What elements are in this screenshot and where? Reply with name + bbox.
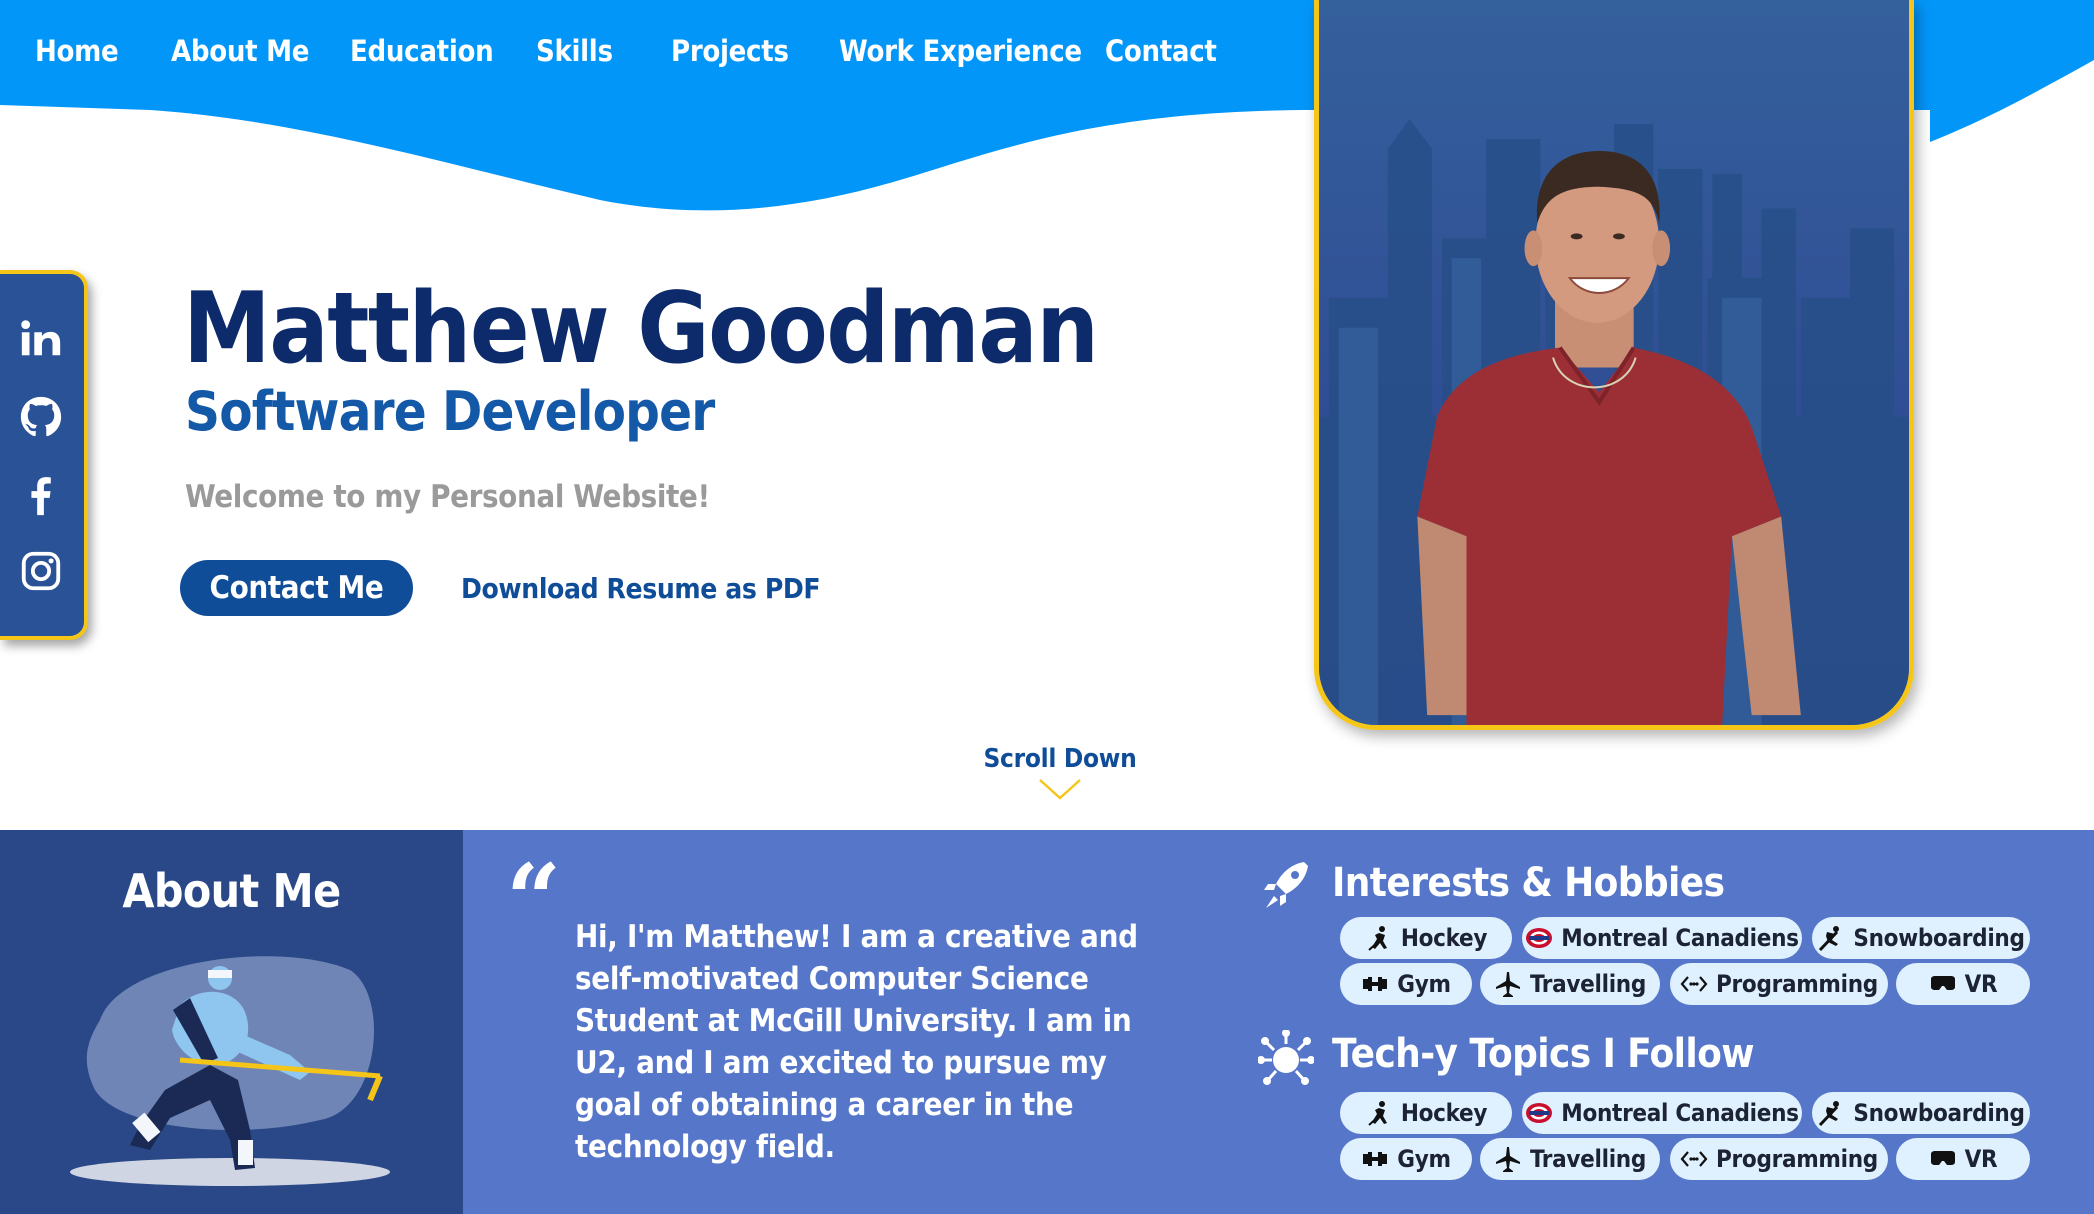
canadiens-logo-icon [1526, 928, 1553, 948]
instagram-icon [21, 551, 61, 591]
interests-chip-hockey: Hockey [1340, 917, 1512, 959]
dumbbell-icon [1363, 977, 1388, 991]
github-icon [20, 396, 62, 437]
dumbbell-icon [1363, 1152, 1388, 1166]
tech-chip-travelling: Travelling [1480, 1138, 1660, 1180]
profile-photo [1314, 0, 1914, 730]
chip-label: Travelling [1529, 1145, 1647, 1173]
chip-label: Gym [1397, 970, 1451, 998]
chip-label: Montreal Canadiens [1561, 1099, 1799, 1127]
nav-projects[interactable]: Projects [671, 34, 789, 68]
interests-chip-snowboarding: Snowboarding [1812, 917, 2030, 959]
github-link[interactable] [16, 392, 66, 442]
snowboarder-icon [1819, 926, 1840, 952]
quote-icon: “ [506, 843, 562, 956]
chip-label: Montreal Canadiens [1561, 924, 1799, 952]
chip-label: Hockey [1400, 1099, 1488, 1127]
nav-education[interactable]: Education [350, 34, 494, 68]
hockey-player-icon [1368, 926, 1387, 951]
chip-label: Travelling [1529, 970, 1647, 998]
chip-label: Snowboarding [1853, 1099, 2025, 1127]
interests-chip-vr: VR [1896, 963, 2030, 1005]
interests-chip-montreal-canadiens: Montreal Canadiens [1522, 917, 1802, 959]
tech-chip-montreal-canadiens: Montreal Canadiens [1522, 1092, 1802, 1134]
interests-chip-programming: Programming [1670, 963, 1888, 1005]
hockey-player-illustration [70, 956, 390, 1186]
vr-headset-icon [1930, 976, 1955, 990]
hero-welcome-text: Welcome to my Personal Website! [185, 479, 710, 515]
tech-chip-hockey: Hockey [1340, 1092, 1512, 1134]
chip-label: Snowboarding [1853, 924, 2025, 952]
chevron-down-icon [1039, 779, 1081, 800]
canadiens-logo-icon [1526, 1103, 1553, 1123]
facebook-icon [31, 477, 51, 516]
nav-home[interactable]: Home [35, 34, 119, 68]
airplane-icon [1495, 972, 1520, 997]
instagram-link[interactable] [16, 546, 66, 596]
snowboarder-icon [1819, 1101, 1840, 1127]
chip-label: VR [1964, 1145, 1998, 1173]
chip-label: Programming [1716, 970, 1878, 998]
linkedin-link[interactable] [16, 314, 66, 364]
code-icon [1680, 1151, 1708, 1167]
nav-skills[interactable]: Skills [536, 34, 613, 68]
interests-chip-travelling: Travelling [1480, 963, 1660, 1005]
hockey-player-icon [1368, 1101, 1387, 1126]
airplane-icon [1495, 1147, 1520, 1172]
code-icon [1680, 976, 1708, 992]
tech-chip-programming: Programming [1670, 1138, 1888, 1180]
interests-title: Interests & Hobbies [1332, 860, 1725, 906]
chip-label: VR [1964, 970, 1998, 998]
download-resume-link[interactable]: Download Resume as PDF [461, 572, 821, 605]
hero-role: Software Developer [185, 380, 715, 443]
nav-about-me[interactable]: About Me [171, 34, 310, 68]
tech-topics-title: Tech-y Topics I Follow [1332, 1031, 1754, 1077]
chip-label: Programming [1716, 1145, 1878, 1173]
tech-bug-icon [1258, 1030, 1314, 1085]
social-links-sidebar [0, 270, 88, 640]
chip-label: Gym [1397, 1145, 1451, 1173]
interests-chip-gym: Gym [1340, 963, 1472, 1005]
facebook-link[interactable] [16, 470, 66, 520]
scroll-down-link[interactable]: Scroll Down [960, 744, 1160, 800]
contact-me-button[interactable]: Contact Me [180, 560, 413, 616]
vr-headset-icon [1930, 1151, 1955, 1165]
about-me-panel: About Me [0, 830, 463, 1214]
chip-label: Hockey [1400, 924, 1488, 952]
nav-contact[interactable]: Contact [1105, 34, 1217, 68]
about-me-text: Hi, I'm Matthew! I am a creative and sel… [575, 919, 1138, 1165]
linkedin-icon [21, 320, 61, 356]
about-me-title: About Me [122, 864, 341, 918]
hero-name: Matthew Goodman [183, 272, 1099, 386]
nav-work-experience[interactable]: Work Experience [839, 34, 1082, 68]
tech-chip-gym: Gym [1340, 1138, 1472, 1180]
tech-chip-vr: VR [1896, 1138, 2030, 1180]
rocket-icon [1264, 862, 1308, 908]
scroll-down-label: Scroll Down [983, 744, 1137, 774]
tech-chip-snowboarding: Snowboarding [1812, 1092, 2030, 1134]
